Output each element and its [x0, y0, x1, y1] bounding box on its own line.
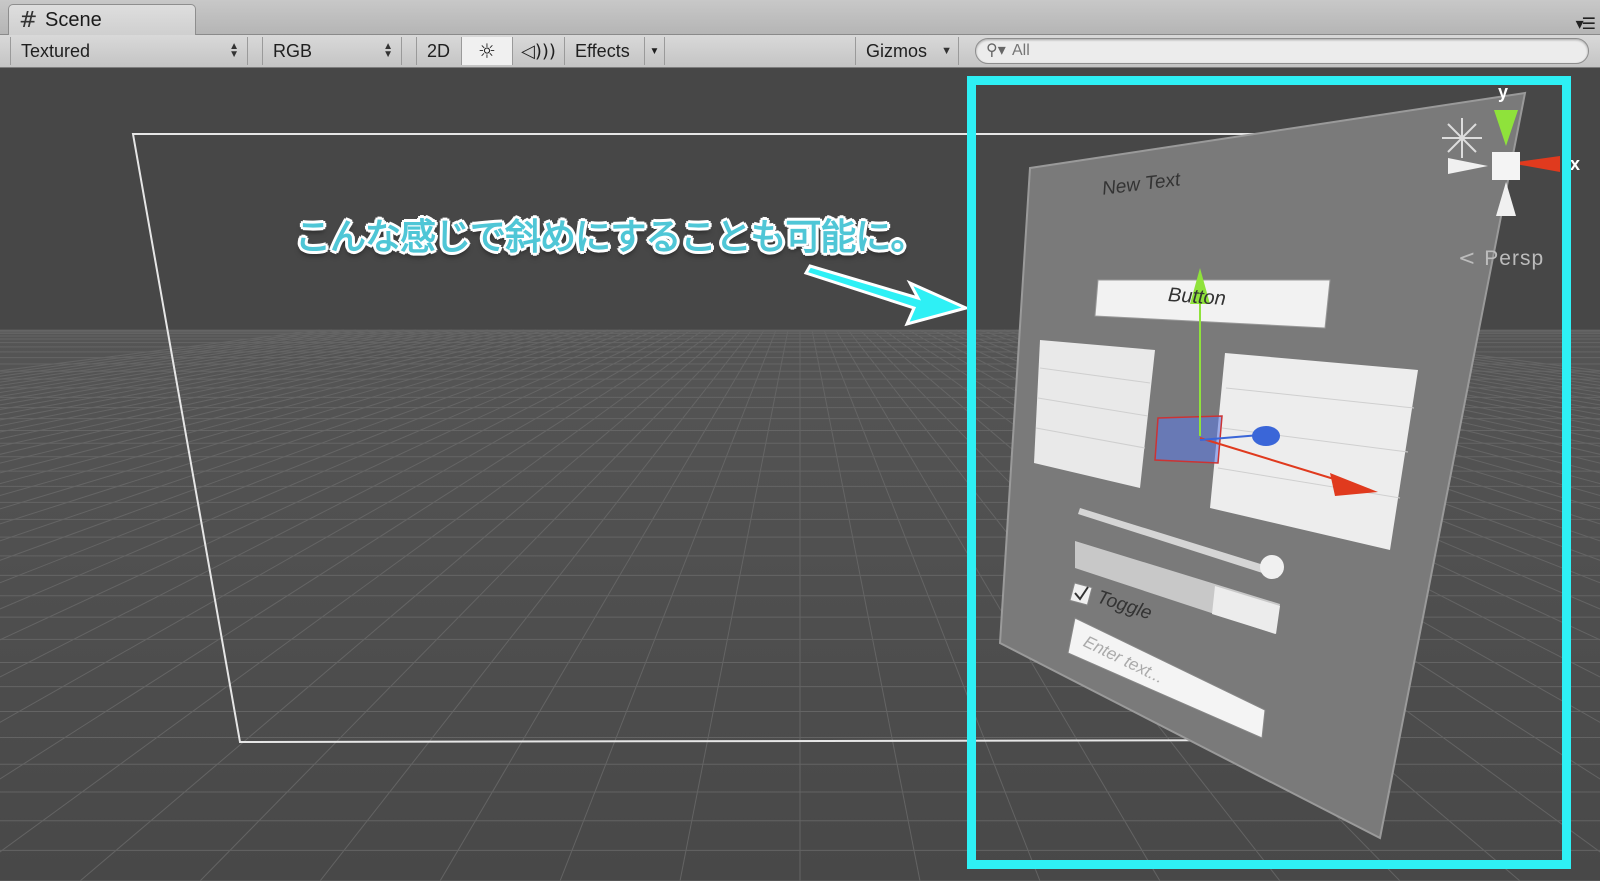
updown-arrows-icon: ▲ ▼ [383, 41, 393, 60]
toggle-2d-button[interactable]: 2D [416, 37, 462, 65]
shading-mode-dropdown[interactable]: Textured ▲ ▼ [10, 37, 248, 65]
scene-audio-button[interactable]: ◁))) [513, 37, 565, 65]
persp-text: Persp [1484, 247, 1545, 270]
window-menu-icon[interactable]: ▾☰ [1576, 14, 1596, 33]
toggle-checkbox [1069, 582, 1093, 606]
gizmo-z-arrow [1252, 426, 1280, 446]
updown-arrows-icon: ▲ ▼ [229, 41, 239, 60]
search-input[interactable] [1010, 41, 1554, 61]
tab-scene-label: Scene [45, 8, 102, 31]
annotation-text: こんな感じで斜めにすることも可能に。 [295, 217, 926, 258]
grid-icon: # [19, 7, 38, 33]
shading-mode-value: Textured [21, 40, 91, 61]
sun-icon: ☼ [478, 39, 496, 63]
gizmo-x-label: x [1570, 154, 1581, 174]
chevron-left-icon: < [1458, 246, 1485, 270]
tab-scene[interactable]: # Scene [8, 4, 196, 35]
chevron-down-icon: ▼ [649, 45, 660, 57]
render-mode-dropdown[interactable]: RGB ▲ ▼ [262, 37, 402, 65]
scene-drawing [0, 68, 1600, 881]
gizmos-label: Gizmos [866, 40, 928, 61]
gizmo-y-label: y [1498, 82, 1509, 102]
scene-viewport[interactable]: New Text Button Toggle Enter text... y x… [0, 68, 1600, 881]
render-mode-value: RGB [273, 40, 313, 61]
effects-label: Effects [575, 40, 630, 61]
gizmos-dropdown[interactable]: Gizmos ▼ [855, 37, 959, 65]
slider-handle [1260, 555, 1284, 579]
effects-button[interactable]: Effects [565, 37, 645, 65]
scene-search-field[interactable]: ⚲▾ [975, 38, 1589, 64]
effects-dropdown-arrow[interactable]: ▼ [645, 37, 665, 65]
speaker-icon: ◁))) [521, 40, 556, 62]
button-label: Button [1167, 284, 1227, 310]
search-icon: ⚲▾ [986, 40, 1006, 59]
scene-lighting-button[interactable]: ☼ [462, 37, 513, 65]
persp-label[interactable]: < Persp [1458, 246, 1544, 271]
chevron-down-icon: ▼ [941, 45, 952, 57]
tab-bar: # Scene ▾☰ [0, 0, 1600, 35]
toggle-2d-label: 2D [427, 40, 451, 61]
